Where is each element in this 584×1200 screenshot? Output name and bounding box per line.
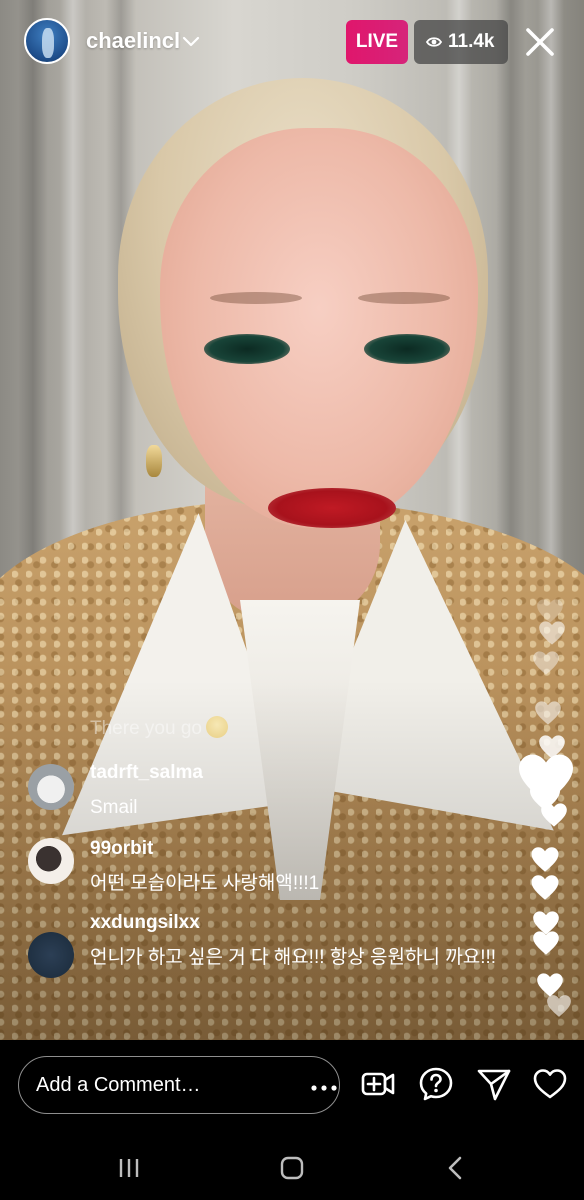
- recents-icon[interactable]: [116, 1154, 144, 1182]
- comment-text: 어떤 모습이라도 사랑해액!!!1: [90, 873, 320, 894]
- eyebrow: [358, 292, 450, 304]
- live-badge: LIVE: [346, 20, 408, 64]
- commenter-avatar[interactable]: [28, 932, 74, 978]
- smile-emoji-icon: [205, 716, 228, 738]
- viewer-count-badge[interactable]: 11.4k: [414, 20, 508, 64]
- curtain-fold: [496, 0, 526, 620]
- question-icon[interactable]: [418, 1066, 454, 1102]
- curtain-fold: [538, 0, 564, 620]
- comment-text: Smail: [90, 797, 138, 818]
- eye: [364, 334, 450, 364]
- commenter-username[interactable]: xxdungsilxx: [90, 912, 200, 934]
- floating-heart-icon: [538, 620, 566, 646]
- chevron-down-icon[interactable]: [180, 30, 202, 52]
- eyebrow: [210, 292, 302, 304]
- curtain-fold: [18, 0, 48, 620]
- floating-heart-icon: [530, 874, 560, 901]
- paper-plane-icon[interactable]: [476, 1066, 512, 1102]
- comment-text: 언니가 하고 싶은 거 다 해요!!! 항상 응원하니 까요!!!: [90, 947, 497, 968]
- curtain-fold: [60, 0, 86, 620]
- bottom-action-bar: Add a Comment…: [0, 1040, 584, 1140]
- comment-item: xxdungsilxx 언니가 하고 싶은 거 다 해요!!! 항상 응원하니 …: [28, 912, 498, 1002]
- comment-item: tadrft_salma Smail: [28, 762, 498, 822]
- earring: [146, 445, 162, 477]
- home-icon[interactable]: [278, 1154, 306, 1182]
- system-navigation-bar: [0, 1140, 584, 1200]
- viewer-count: 11.4k: [448, 31, 495, 52]
- faded-comment-text: There you go: [90, 718, 202, 739]
- faded-comment: There you go: [90, 716, 228, 740]
- close-icon[interactable]: [520, 22, 560, 62]
- floating-heart-icon: [534, 700, 562, 726]
- live-stream-screen: chaelincl LIVE 11.4k There you go tadrft…: [0, 0, 584, 1200]
- back-icon[interactable]: [442, 1154, 470, 1182]
- avatar-figure: [42, 28, 54, 58]
- commenter-username[interactable]: tadrft_salma: [90, 762, 203, 784]
- comment-input[interactable]: Add a Comment…: [18, 1056, 340, 1114]
- floating-heart-icon: [530, 846, 560, 873]
- host-username[interactable]: chaelincl: [86, 28, 180, 54]
- eye: [204, 334, 290, 364]
- floating-heart-icon: [532, 930, 560, 956]
- more-dots-icon[interactable]: [309, 1083, 339, 1093]
- comment-item: 99orbit 어떤 모습이라도 사랑해액!!!1: [28, 838, 498, 898]
- floating-heart-icon: [532, 650, 560, 676]
- add-video-icon[interactable]: [360, 1066, 396, 1102]
- commenter-avatar[interactable]: [28, 764, 74, 810]
- eye-icon: [426, 37, 442, 47]
- commenter-avatar[interactable]: [28, 838, 74, 884]
- comment-placeholder: Add a Comment…: [36, 1074, 201, 1096]
- heart-icon[interactable]: [532, 1066, 568, 1102]
- floating-heart-icon: [546, 994, 572, 1018]
- commenter-username[interactable]: 99orbit: [90, 838, 153, 860]
- host-avatar[interactable]: [24, 18, 70, 64]
- live-top-bar: chaelincl LIVE 11.4k: [0, 0, 584, 84]
- floating-heart-icon: [540, 802, 568, 828]
